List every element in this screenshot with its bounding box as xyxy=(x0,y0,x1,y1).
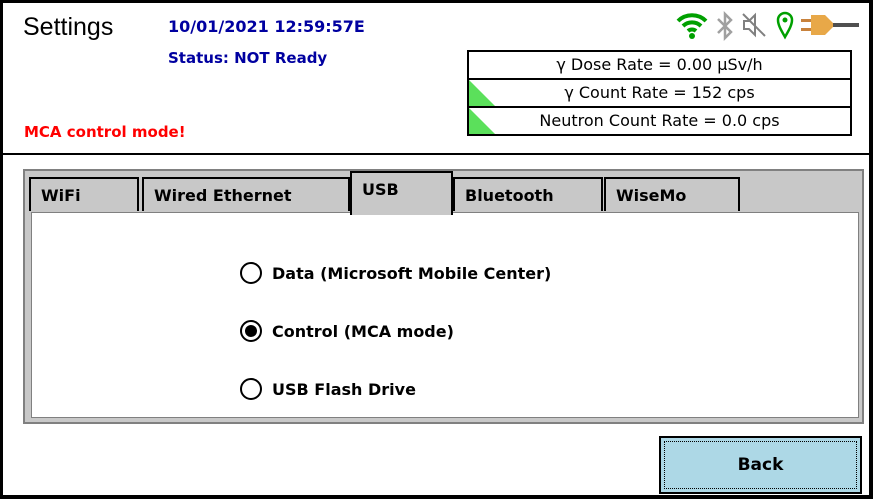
wifi-icon xyxy=(675,10,709,44)
tab-wired-ethernet[interactable]: Wired Ethernet xyxy=(142,177,350,211)
radio-button-selected-icon xyxy=(240,320,262,342)
radio-usb-flash-drive[interactable]: USB Flash Drive xyxy=(240,375,416,403)
radio-control-mca-mode[interactable]: Control (MCA mode) xyxy=(240,317,454,345)
tab-bluetooth[interactable]: Bluetooth xyxy=(453,177,603,211)
gamma-dose-rate: γ Dose Rate = 0.00 µSv/h xyxy=(467,50,852,80)
neutron-indicator xyxy=(469,108,495,134)
usb-tab-content: Data (Microsoft Mobile Center) Control (… xyxy=(31,212,859,418)
page-title: Settings xyxy=(23,13,114,41)
gamma-count-rate: γ Count Rate = 152 cps xyxy=(467,78,852,108)
radiation-readings: γ Dose Rate = 0.00 µSv/h γ Count Rate = … xyxy=(467,50,852,136)
tab-wifi[interactable]: WiFi xyxy=(29,177,139,211)
settings-screen: Settings 10/01/2021 12:59:57E Status: NO… xyxy=(3,3,869,495)
header-divider xyxy=(3,153,869,155)
gamma-indicator xyxy=(469,80,495,106)
tab-wisemo[interactable]: WiseMo xyxy=(604,177,740,211)
status-text: Status: NOT Ready xyxy=(168,49,328,67)
status-icons xyxy=(675,10,865,46)
tab-usb[interactable]: USB xyxy=(350,171,453,215)
location-pin-icon xyxy=(775,10,795,44)
bluetooth-icon xyxy=(715,10,735,46)
back-button[interactable]: Back xyxy=(659,436,862,494)
tab-bar: WiFi Wired Ethernet USB Bluetooth WiseMo xyxy=(25,171,862,215)
radio-button-icon xyxy=(240,262,262,284)
radio-button-icon xyxy=(240,378,262,400)
power-plug-icon xyxy=(799,10,863,44)
radio-data-mobile-center[interactable]: Data (Microsoft Mobile Center) xyxy=(240,259,551,287)
neutron-count-rate: Neutron Count Rate = 0.0 cps xyxy=(467,106,852,136)
mode-warning: MCA control mode! xyxy=(24,123,186,141)
datetime-readout: 10/01/2021 12:59:57E xyxy=(168,17,365,36)
speaker-muted-icon xyxy=(741,10,767,44)
connection-tabs: WiFi Wired Ethernet USB Bluetooth WiseMo… xyxy=(23,169,864,424)
